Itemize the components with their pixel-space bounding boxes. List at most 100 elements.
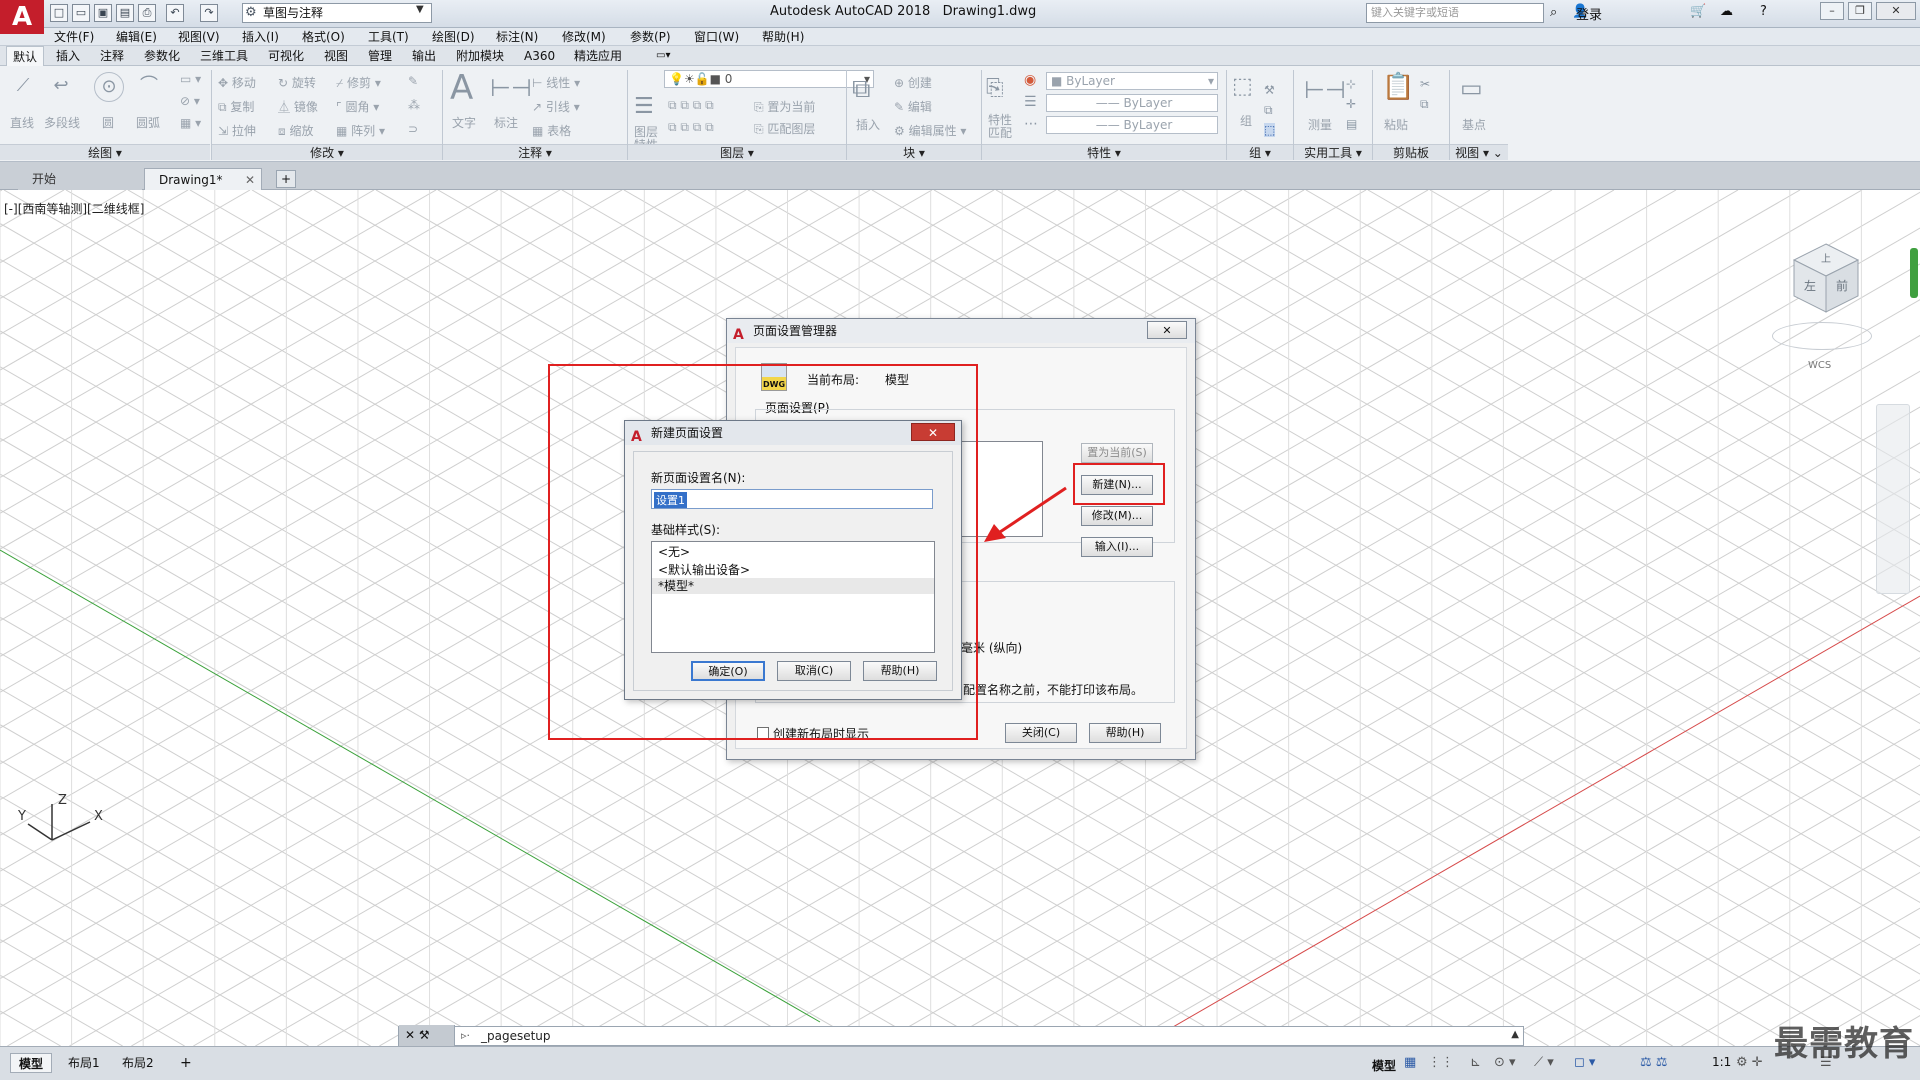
tab-layout1[interactable]: 布局1 <box>60 1053 108 1073</box>
menu-insert[interactable]: 插入(I) <box>242 28 279 46</box>
group-tool-label[interactable]: 组 <box>1240 112 1252 129</box>
cart-icon[interactable]: 🛒 <box>1690 4 1706 19</box>
rotate-tool[interactable]: ↻ 旋转 <box>278 74 316 91</box>
measure-icon[interactable]: ⊢⊣ <box>1304 76 1346 104</box>
wcs-menu[interactable]: WCS <box>1808 360 1831 371</box>
group-tools-column[interactable]: ⚒ ⧉ ⬚ <box>1264 80 1284 140</box>
help-dialog-button[interactable]: 帮助(H) <box>1089 723 1161 743</box>
base-style-list[interactable]: <无> <默认输出设备> *模型* <box>651 541 935 653</box>
tab-view[interactable]: 视图 <box>318 46 354 66</box>
paste-tool-label[interactable]: 粘贴 <box>1384 116 1408 133</box>
command-line[interactable]: ✕ ⚒ ▹· _pagesetup ▲ <box>398 1025 1524 1047</box>
annotation-visibility-icon[interactable]: ⚖ ⚖ <box>1640 1055 1667 1070</box>
list-item[interactable]: <无> <box>652 542 934 562</box>
linear-dim-tool[interactable]: ⊢ 线性 ▾ <box>532 74 580 91</box>
list-item-selected[interactable]: *模型* <box>652 578 934 594</box>
array-tool[interactable]: ▦ 阵列 ▾ <box>336 122 385 139</box>
circle-tool-label[interactable]: 圆 <box>102 114 114 131</box>
tab-model[interactable]: 模型 <box>10 1053 53 1073</box>
polyline-tool-label[interactable]: 多段线 <box>44 114 80 131</box>
command-text[interactable]: _pagesetup <box>481 1029 551 1043</box>
layer-tools-row2[interactable]: ⧉ ⧉ ⧉ ⧉ <box>668 120 714 135</box>
copy-tool[interactable]: ⧉ 复制 <box>218 98 254 115</box>
vertical-scroll-indicator[interactable] <box>1910 248 1918 298</box>
new-tab-plus-icon[interactable]: + <box>276 170 296 188</box>
base-view-icon[interactable]: ▭ <box>1460 74 1483 102</box>
undo-icon[interactable]: ↶ <box>166 4 184 22</box>
create-block[interactable]: ⊕ 创建 <box>894 74 932 91</box>
tab-start[interactable]: 开始 <box>18 168 142 190</box>
navigation-bar[interactable] <box>1876 404 1910 594</box>
tab-3d-tools[interactable]: 三维工具 <box>194 46 254 66</box>
ok-button[interactable]: 确定(O) <box>691 661 765 681</box>
properties-panel-title[interactable]: 特性 ▾ <box>982 144 1226 160</box>
menu-file[interactable]: 文件(F) <box>54 28 94 46</box>
add-layout-plus-icon[interactable]: + <box>172 1053 200 1073</box>
table-tool[interactable]: ▦ 表格 <box>532 122 571 139</box>
close-dialog-button[interactable]: 关闭(C) <box>1005 723 1077 743</box>
command-history-arrow-icon[interactable]: ▲ <box>1511 1029 1519 1040</box>
tab-layout2[interactable]: 布局2 <box>114 1053 162 1073</box>
leader-tool[interactable]: ↗ 引线 ▾ <box>532 98 580 115</box>
text-tool-label[interactable]: 文字 <box>452 114 476 131</box>
annotation-scale[interactable]: 1:1 <box>1712 1055 1731 1069</box>
color-wheel-icon[interactable]: ◉ <box>1024 72 1036 88</box>
insert-block-icon[interactable]: ⧉ <box>852 74 871 105</box>
polyline-icon[interactable]: ↩ <box>46 72 76 102</box>
edit-attributes[interactable]: ⚙ 编辑属性 ▾ <box>894 122 966 139</box>
linetype-dropdown[interactable]: —— ByLayer <box>1046 94 1218 112</box>
offset-icon[interactable]: ⊃ <box>408 122 418 136</box>
redo-icon[interactable]: ↷ <box>200 4 218 22</box>
group-icon[interactable]: ⬚ <box>1232 74 1253 99</box>
tab-output[interactable]: 输出 <box>406 46 442 66</box>
login-button[interactable]: 登录 <box>1576 4 1602 23</box>
circle-icon[interactable]: ⊙ <box>94 72 124 102</box>
layer-dropdown[interactable]: 💡☀🔓■ 0 ▾ <box>664 70 874 88</box>
menu-tools[interactable]: 工具(T) <box>368 28 409 46</box>
tab-parametric[interactable]: 参数化 <box>138 46 186 66</box>
ortho-icon[interactable]: ⊾ <box>1470 1055 1481 1070</box>
isodraft-icon[interactable]: ⟋ ▾ <box>1534 1055 1554 1070</box>
snap-icon[interactable]: ⋮⋮ <box>1428 1055 1454 1070</box>
annotation-panel-title[interactable]: 注释 ▾ <box>443 144 627 160</box>
line-icon[interactable]: ⟋ <box>8 72 38 102</box>
viewcube-front-face[interactable]: 前 <box>1836 278 1848 293</box>
new-setup-name-input[interactable]: 设置1 <box>651 489 933 509</box>
save-as-icon[interactable]: ▤ <box>116 4 134 22</box>
layers-panel-title[interactable]: 图层 ▾ <box>628 144 846 160</box>
polar-icon[interactable]: ⊙ ▾ <box>1494 1055 1516 1070</box>
set-current-button[interactable]: 置为当前(S) <box>1081 443 1153 463</box>
tab-manage[interactable]: 管理 <box>362 46 398 66</box>
modify-page-setup-button[interactable]: 修改(M)... <box>1081 506 1153 526</box>
tab-visualize[interactable]: 可视化 <box>262 46 310 66</box>
stretch-tool[interactable]: ⇲ 拉伸 <box>218 122 256 139</box>
a360-icon[interactable]: ☁ <box>1720 4 1733 19</box>
restore-button[interactable]: ❐ <box>1848 2 1872 20</box>
tab-drawing1[interactable]: Drawing1* ✕ <box>144 168 262 190</box>
arc-tool-label[interactable]: 圆弧 <box>136 114 160 131</box>
insert-block-label[interactable]: 插入 <box>856 116 880 133</box>
clipboard-panel-title[interactable]: 剪贴板 <box>1373 144 1449 160</box>
match-properties-label[interactable]: 特性匹配 <box>988 114 1016 140</box>
help-search-input[interactable]: 键入关键字或短语 <box>1366 3 1544 23</box>
explode-icon[interactable]: ⁂ <box>408 98 420 112</box>
open-folder-icon[interactable]: ▭ <box>72 4 90 22</box>
ribbon-toggle-icon[interactable]: ▭▾ <box>650 46 676 66</box>
binoculars-icon[interactable]: ⌕ <box>1550 5 1557 20</box>
save-icon[interactable]: ▣ <box>94 4 112 22</box>
close-button[interactable]: ✕ <box>1876 2 1916 20</box>
help-icon[interactable]: ? <box>1760 4 1767 19</box>
minimize-button[interactable]: – <box>1820 2 1844 20</box>
list-item[interactable]: <默认输出设备> <box>652 562 934 578</box>
gradient-icon[interactable]: ▦ ▾ <box>180 116 201 130</box>
import-page-setup-button[interactable]: 输入(I)... <box>1081 537 1153 557</box>
modify-panel-title[interactable]: 修改 ▾ <box>212 144 442 160</box>
tab-annotate[interactable]: 注释 <box>94 46 130 66</box>
text-icon[interactable]: A <box>450 68 473 108</box>
fillet-tool[interactable]: ⌜ 圆角 ▾ <box>336 98 379 115</box>
lineweight-dropdown[interactable]: —— ByLayer <box>1046 116 1218 134</box>
viewcube[interactable]: 上 前 左 <box>1788 240 1864 316</box>
cancel-button[interactable]: 取消(C) <box>777 661 851 681</box>
help-button[interactable]: 帮助(H) <box>863 661 937 681</box>
arc-icon[interactable]: ⌒ <box>134 72 164 102</box>
